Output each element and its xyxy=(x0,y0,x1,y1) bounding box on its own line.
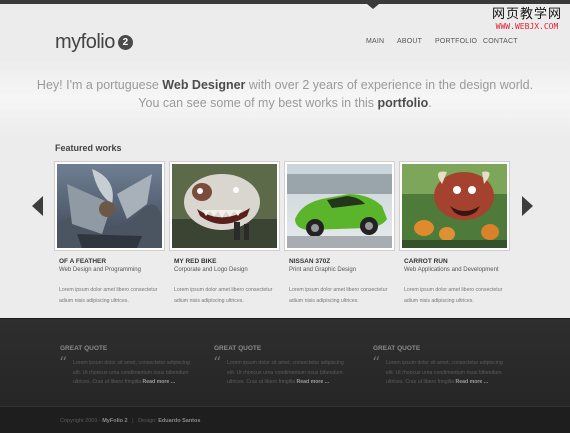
designer-link[interactable]: Eduardo Santos xyxy=(158,418,200,424)
hero-line-2: You can see some of my best works in thi… xyxy=(0,96,570,110)
design-label: Design: xyxy=(138,418,157,424)
active-nav-indicator xyxy=(367,4,379,9)
work-title[interactable]: CARROT RUN xyxy=(404,258,448,265)
copyright-text: Copyright 2009 - xyxy=(60,418,101,424)
work-subtitle: Print and Graphic Design xyxy=(289,267,357,273)
nav-item-contact[interactable]: CONTACT xyxy=(483,38,518,45)
read-more-link[interactable]: Read more ... xyxy=(297,379,330,385)
quote-mark-icon: “ xyxy=(372,353,381,372)
work-thumbnail[interactable] xyxy=(284,161,395,251)
watermark-url: WWW.WEBJX.COM xyxy=(495,22,559,31)
nav-item-portfolio[interactable]: PORTFOLIO xyxy=(435,38,477,45)
footer-site-link[interactable]: MyFolio 2 xyxy=(102,418,127,424)
work-item[interactable]: MY RED BIKE Corporate and Logo Design Lo… xyxy=(169,161,280,304)
feather-creature-image xyxy=(57,164,162,248)
quote-title: GREAT QUOTE xyxy=(214,345,262,352)
next-arrow-icon[interactable] xyxy=(522,196,533,216)
read-more-link[interactable]: Read more ... xyxy=(456,379,489,385)
hero-line-1: Hey! I'm a portuguese Web Designer with … xyxy=(0,78,570,92)
quote-text: Lorem ipsum dolor sit amet, consectetur … xyxy=(73,359,199,388)
hero-highlight: Web Designer xyxy=(162,78,246,92)
work-description: Lorem ipsum dolor amet libero consectetu… xyxy=(59,287,158,304)
footer: Copyright 2009 - MyFolio 2 | Design: Edu… xyxy=(0,406,570,433)
footer-text: Copyright 2009 - MyFolio 2 | Design: Edu… xyxy=(60,418,200,424)
work-subtitle: Web Applications and Development xyxy=(404,267,499,273)
work-item[interactable]: OF A FEATHER Web Design and Programming … xyxy=(54,161,165,304)
footer-separator: | xyxy=(132,418,134,424)
hero-intro: Hey! I'm a portuguese Web Designer with … xyxy=(0,58,570,138)
quote-text: Lorem ipsum dolor sit amet, consectetur … xyxy=(227,359,353,388)
work-description: Lorem ipsum dolor amet libero consectetu… xyxy=(289,287,388,304)
monster-image xyxy=(172,164,277,248)
work-thumbnail[interactable] xyxy=(399,161,510,251)
quote-title: GREAT QUOTE xyxy=(60,345,108,352)
hero-text: You can see some of my best works in thi… xyxy=(138,96,378,110)
work-title[interactable]: MY RED BIKE xyxy=(174,258,217,265)
hero-text: with over 2 years of experience in the d… xyxy=(245,78,534,92)
quote-text: Lorem ipsum dolor sit amet, consectetur … xyxy=(386,359,512,388)
read-more-link[interactable]: Read more ... xyxy=(143,379,176,385)
hero-text: Hey! I'm a portuguese xyxy=(36,78,163,92)
work-title[interactable]: OF A FEATHER xyxy=(59,258,106,265)
watermark: 网页教学网 WWW.WEBJX.COM xyxy=(492,8,562,32)
carrot-creature-image xyxy=(402,164,507,248)
work-item[interactable]: NISSAN 370Z Print and Graphic Design Lor… xyxy=(284,161,395,304)
green-car-image xyxy=(287,164,392,248)
work-subtitle: Corporate and Logo Design xyxy=(174,267,248,273)
main-nav: MAIN ABOUT PORTFOLIO CONTACT xyxy=(0,38,570,50)
watermark-title: 网页教学网 xyxy=(491,7,562,22)
work-description: Lorem ipsum dolor amet libero consectetu… xyxy=(404,287,503,304)
quote-mark-icon: “ xyxy=(213,353,222,372)
work-title[interactable]: NISSAN 370Z xyxy=(289,258,330,265)
quote-title: GREAT QUOTE xyxy=(373,345,421,352)
hero-text: . xyxy=(428,96,432,110)
work-item[interactable]: CARROT RUN Web Applications and Developm… xyxy=(399,161,510,304)
work-thumbnail[interactable] xyxy=(169,161,280,251)
hero-highlight: portfolio xyxy=(377,96,429,110)
work-subtitle: Web Design and Programming xyxy=(59,267,141,273)
featured-works-title: Featured works xyxy=(55,143,122,153)
work-thumbnail[interactable] xyxy=(54,161,165,251)
top-strip xyxy=(0,0,570,4)
nav-item-main[interactable]: MAIN xyxy=(366,38,384,45)
prev-arrow-icon[interactable] xyxy=(32,196,43,216)
work-description: Lorem ipsum dolor amet libero consectetu… xyxy=(174,287,273,304)
quote-mark-icon: “ xyxy=(59,353,68,372)
nav-item-about[interactable]: ABOUT xyxy=(397,38,422,45)
